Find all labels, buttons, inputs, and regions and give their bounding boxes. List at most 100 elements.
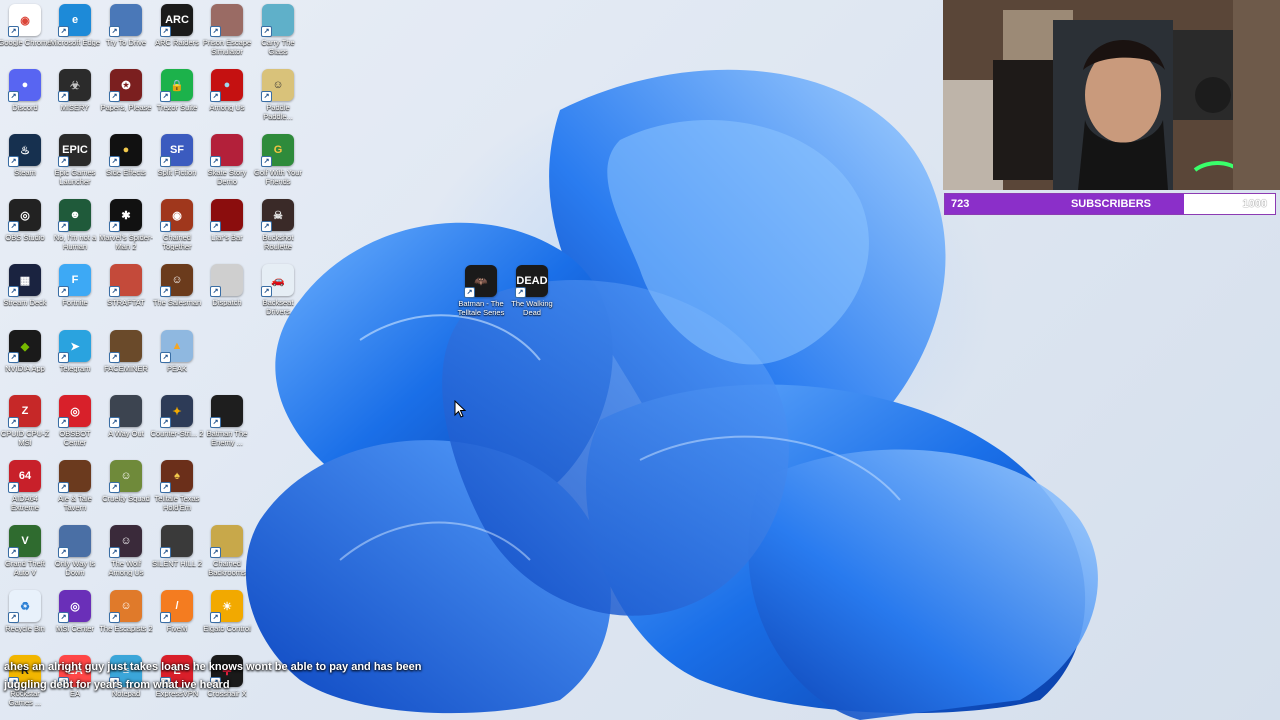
desktop-icon[interactable]: ◎ ↗ OBSBOT Center [50, 395, 100, 459]
desktop-icon[interactable]: ☺ ↗ The Salesman [152, 264, 202, 328]
desktop-icon[interactable]: ↗ A Way Out [101, 395, 151, 459]
game-icon: G ↗ [261, 134, 294, 167]
desktop-icon[interactable]: ◆ ↗ NVIDIA App [0, 330, 50, 394]
desktop-icon[interactable]: ● ↗ Among Us [202, 69, 252, 133]
desktop-icon[interactable]: F ↗ Fortnite [50, 264, 100, 328]
shortcut-arrow-icon: ↗ [261, 91, 272, 102]
game-icon: ☺ ↗ [261, 69, 294, 102]
desktop-icon[interactable]: e ↗ Microsoft Edge [50, 4, 100, 68]
game-icon: ↗ [210, 264, 243, 297]
shortcut-arrow-icon: ↗ [58, 547, 69, 558]
desktop-icon[interactable]: ↗ FACEMINER [101, 330, 151, 394]
subscriber-current-count: 723 [951, 198, 970, 210]
gta-icon: V ↗ [8, 525, 41, 558]
desktop-icon[interactable]: G ↗ Golf With Your Friends [253, 134, 303, 198]
shortcut-arrow-icon: ↗ [261, 286, 272, 297]
lock-icon: 🔒 ↗ [160, 69, 193, 102]
desktop-icon[interactable]: ↗ Ale & Tale Tavern [50, 460, 100, 524]
shortcut-arrow-icon: ↗ [8, 91, 19, 102]
desktop-icon[interactable]: ♻ ↗ Recycle Bin [0, 590, 50, 654]
desktop-icon[interactable]: ↗ Only Way Is Down [50, 525, 100, 589]
game-icon: ↗ [109, 330, 142, 363]
desktop-icon[interactable]: 🦇 ↗ Batman - The Telltale Series [456, 265, 506, 329]
desktop-icon[interactable]: ARC ↗ ARC Raiders [152, 4, 202, 68]
desktop-icon[interactable]: ◎ ↗ MSI Center [50, 590, 100, 654]
desktop-icon[interactable]: V ↗ Grand Theft Auto V [0, 525, 50, 589]
game-icon: ☠ ↗ [261, 199, 294, 232]
shortcut-arrow-icon: ↗ [210, 286, 221, 297]
shortcut-arrow-icon: ↗ [58, 286, 69, 297]
shortcut-arrow-icon: ↗ [109, 91, 120, 102]
shortcut-arrow-icon: ↗ [8, 156, 19, 167]
shortcut-arrow-icon: ↗ [160, 482, 171, 493]
desktop-icon[interactable]: ☠ ↗ Buckshot Roulette [253, 199, 303, 263]
game-icon: ↗ [58, 525, 91, 558]
desktop-icon[interactable]: EPIC ↗ Epic Games Launcher [50, 134, 100, 198]
desktop-icon[interactable]: ↗ STRAFTAT [101, 264, 151, 328]
desktop-icon[interactable]: ☺ ↗ The Escapists 2 [99, 590, 153, 654]
desktop-icon[interactable]: ↗ Chained Backrooms [202, 525, 252, 589]
shortcut-arrow-icon: ↗ [210, 26, 221, 37]
game-icon: ● ↗ [109, 134, 142, 167]
desktop-icon[interactable]: ♠ ↗ Telltale Texas Hold'Em [152, 460, 202, 524]
desktop-icon-label: Buckshot Roulette [262, 233, 294, 251]
shortcut-arrow-icon: ↗ [160, 286, 171, 297]
desktop-icon[interactable]: ✦ ↗ Counter-Stri... 2 [150, 395, 204, 459]
desktop-icon-label: CPUID CPU-Z MSI [0, 429, 50, 447]
shortcut-arrow-icon: ↗ [160, 156, 171, 167]
desktop-icon[interactable]: ↗ Liar's Bar [202, 199, 252, 263]
desktop-icon[interactable]: ◉ ↗ Google Chrome [0, 4, 51, 68]
desktop-icon[interactable]: ♨ ↗ Steam [0, 134, 50, 198]
desktop-icon-label: Counter-Stri... 2 [150, 429, 204, 438]
game-icon: ☺ ↗ [109, 460, 142, 493]
desktop-icon[interactable]: ☺ ↗ The Wolf Among Us [101, 525, 151, 589]
desktop-icon-label: The Escapists 2 [99, 624, 153, 633]
desktop-icon[interactable]: ↗ Prison Escape Simulator [202, 4, 252, 68]
desktop-icon[interactable]: ● ↗ Side Effects [101, 134, 151, 198]
shortcut-arrow-icon: ↗ [58, 482, 69, 493]
desktop-icon[interactable]: ◉ ↗ Chained Together [152, 199, 202, 263]
desktop-icon-label: Epic Games Launcher [54, 168, 96, 186]
desktop-icon[interactable]: ◎ ↗ OBS Studio [0, 199, 50, 263]
arc-raiders-icon: ARC ↗ [160, 4, 193, 37]
desktop-icon[interactable]: Z ↗ CPUID CPU-Z MSI [0, 395, 50, 459]
desktop-icon[interactable]: DEAD ↗ The Walking Dead [507, 265, 557, 329]
desktop-icon[interactable]: ↗ Dispatch [202, 264, 252, 328]
shortcut-arrow-icon: ↗ [160, 91, 171, 102]
desktop-icon[interactable]: ↗ Batman The Enemy ... [202, 395, 252, 459]
desktop-icon[interactable]: ▲ ↗ PEAK [152, 330, 202, 394]
desktop-icon[interactable]: ↗ Skate Story Demo [202, 134, 252, 198]
desktop-icon-label: FACEMINER [104, 364, 148, 373]
desktop-icon-label: Paddle Paddle... [263, 103, 293, 121]
recycle-bin-icon: ♻ ↗ [8, 590, 41, 623]
desktop-icon[interactable]: ☀ ↗ Elgato Control [202, 590, 252, 654]
desktop-icon[interactable]: 🔒 ↗ Trezor Suite [152, 69, 202, 133]
desktop-icon[interactable]: ↗ SILENT HILL 2 [152, 525, 202, 589]
shortcut-arrow-icon: ↗ [8, 417, 19, 428]
desktop-icon[interactable]: SF ↗ Split Fiction [152, 134, 202, 198]
game-icon: ↗ [109, 395, 142, 428]
desktop-icon[interactable]: 🚗 ↗ Backseat Drivers [253, 264, 303, 328]
cs2-icon: ✦ ↗ [160, 395, 193, 428]
walking-dead-icon: DEAD ↗ [515, 265, 548, 298]
desktop-icon[interactable]: ↗ Carry The Glass [253, 4, 303, 68]
desktop-icon-label: Only Way Is Down [54, 559, 96, 577]
desktop-icon[interactable]: ● ↗ Discord [0, 69, 50, 133]
desktop-icon[interactable]: ▦ ↗ Stream Deck [0, 264, 50, 328]
desktop-icon[interactable]: ✪ ↗ Papers, Please [101, 69, 151, 133]
desktop-icon-label: OBS Studio [5, 233, 45, 242]
desktop-icon[interactable]: 64 ↗ AIDA64 Extreme [0, 460, 50, 524]
shortcut-arrow-icon: ↗ [109, 221, 120, 232]
stream-deck-icon: ▦ ↗ [8, 264, 41, 297]
desktop-icon[interactable]: ✱ ↗ Marvel's Spider-Man 2 [99, 199, 153, 263]
desktop-icon[interactable]: ☺ ↗ Cruelty Squad [101, 460, 151, 524]
webcam-overlay [943, 0, 1280, 190]
desktop-icon[interactable]: ☺ ↗ Paddle Paddle... [253, 69, 303, 133]
desktop-icon[interactable]: ↗ Try To Drive [101, 4, 151, 68]
desktop-icon[interactable]: ➤ ↗ Telegram [50, 330, 100, 394]
desktop-icon[interactable]: ☻ ↗ No, I'm not a Human [50, 199, 100, 263]
desktop-icon[interactable]: / ↗ FiveM [152, 590, 202, 654]
game-icon: ◉ ↗ [160, 199, 193, 232]
desktop-icon[interactable]: ☣ ↗ MISERY [50, 69, 100, 133]
shortcut-arrow-icon: ↗ [210, 91, 221, 102]
